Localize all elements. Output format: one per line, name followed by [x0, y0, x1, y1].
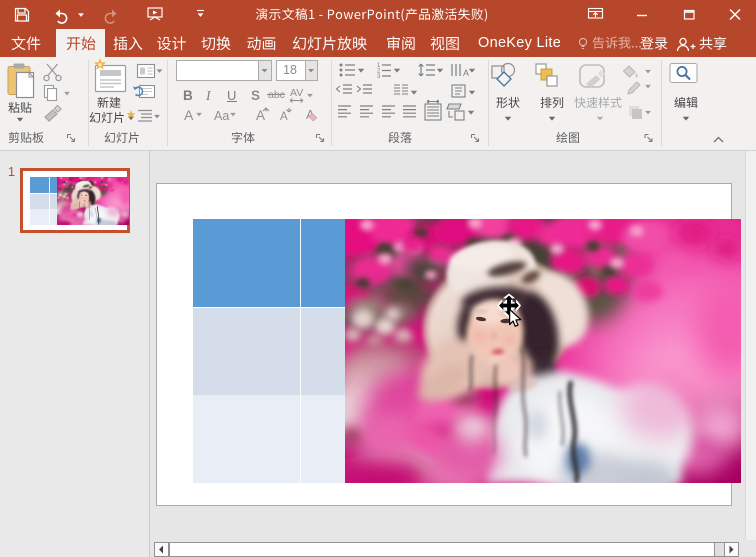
svg-text:S: S: [251, 88, 260, 103]
svg-text:I: I: [205, 88, 212, 103]
svg-text:U: U: [227, 88, 236, 103]
svg-text:A: A: [280, 111, 288, 123]
svg-text:B: B: [183, 88, 193, 103]
svg-text:A: A: [463, 68, 469, 78]
svg-text:AV: AV: [290, 87, 303, 99]
svg-text:A: A: [184, 107, 194, 123]
svg-text:Aa: Aa: [214, 109, 229, 123]
svg-text:3: 3: [377, 74, 381, 80]
svg-text:1: 1: [8, 165, 15, 179]
